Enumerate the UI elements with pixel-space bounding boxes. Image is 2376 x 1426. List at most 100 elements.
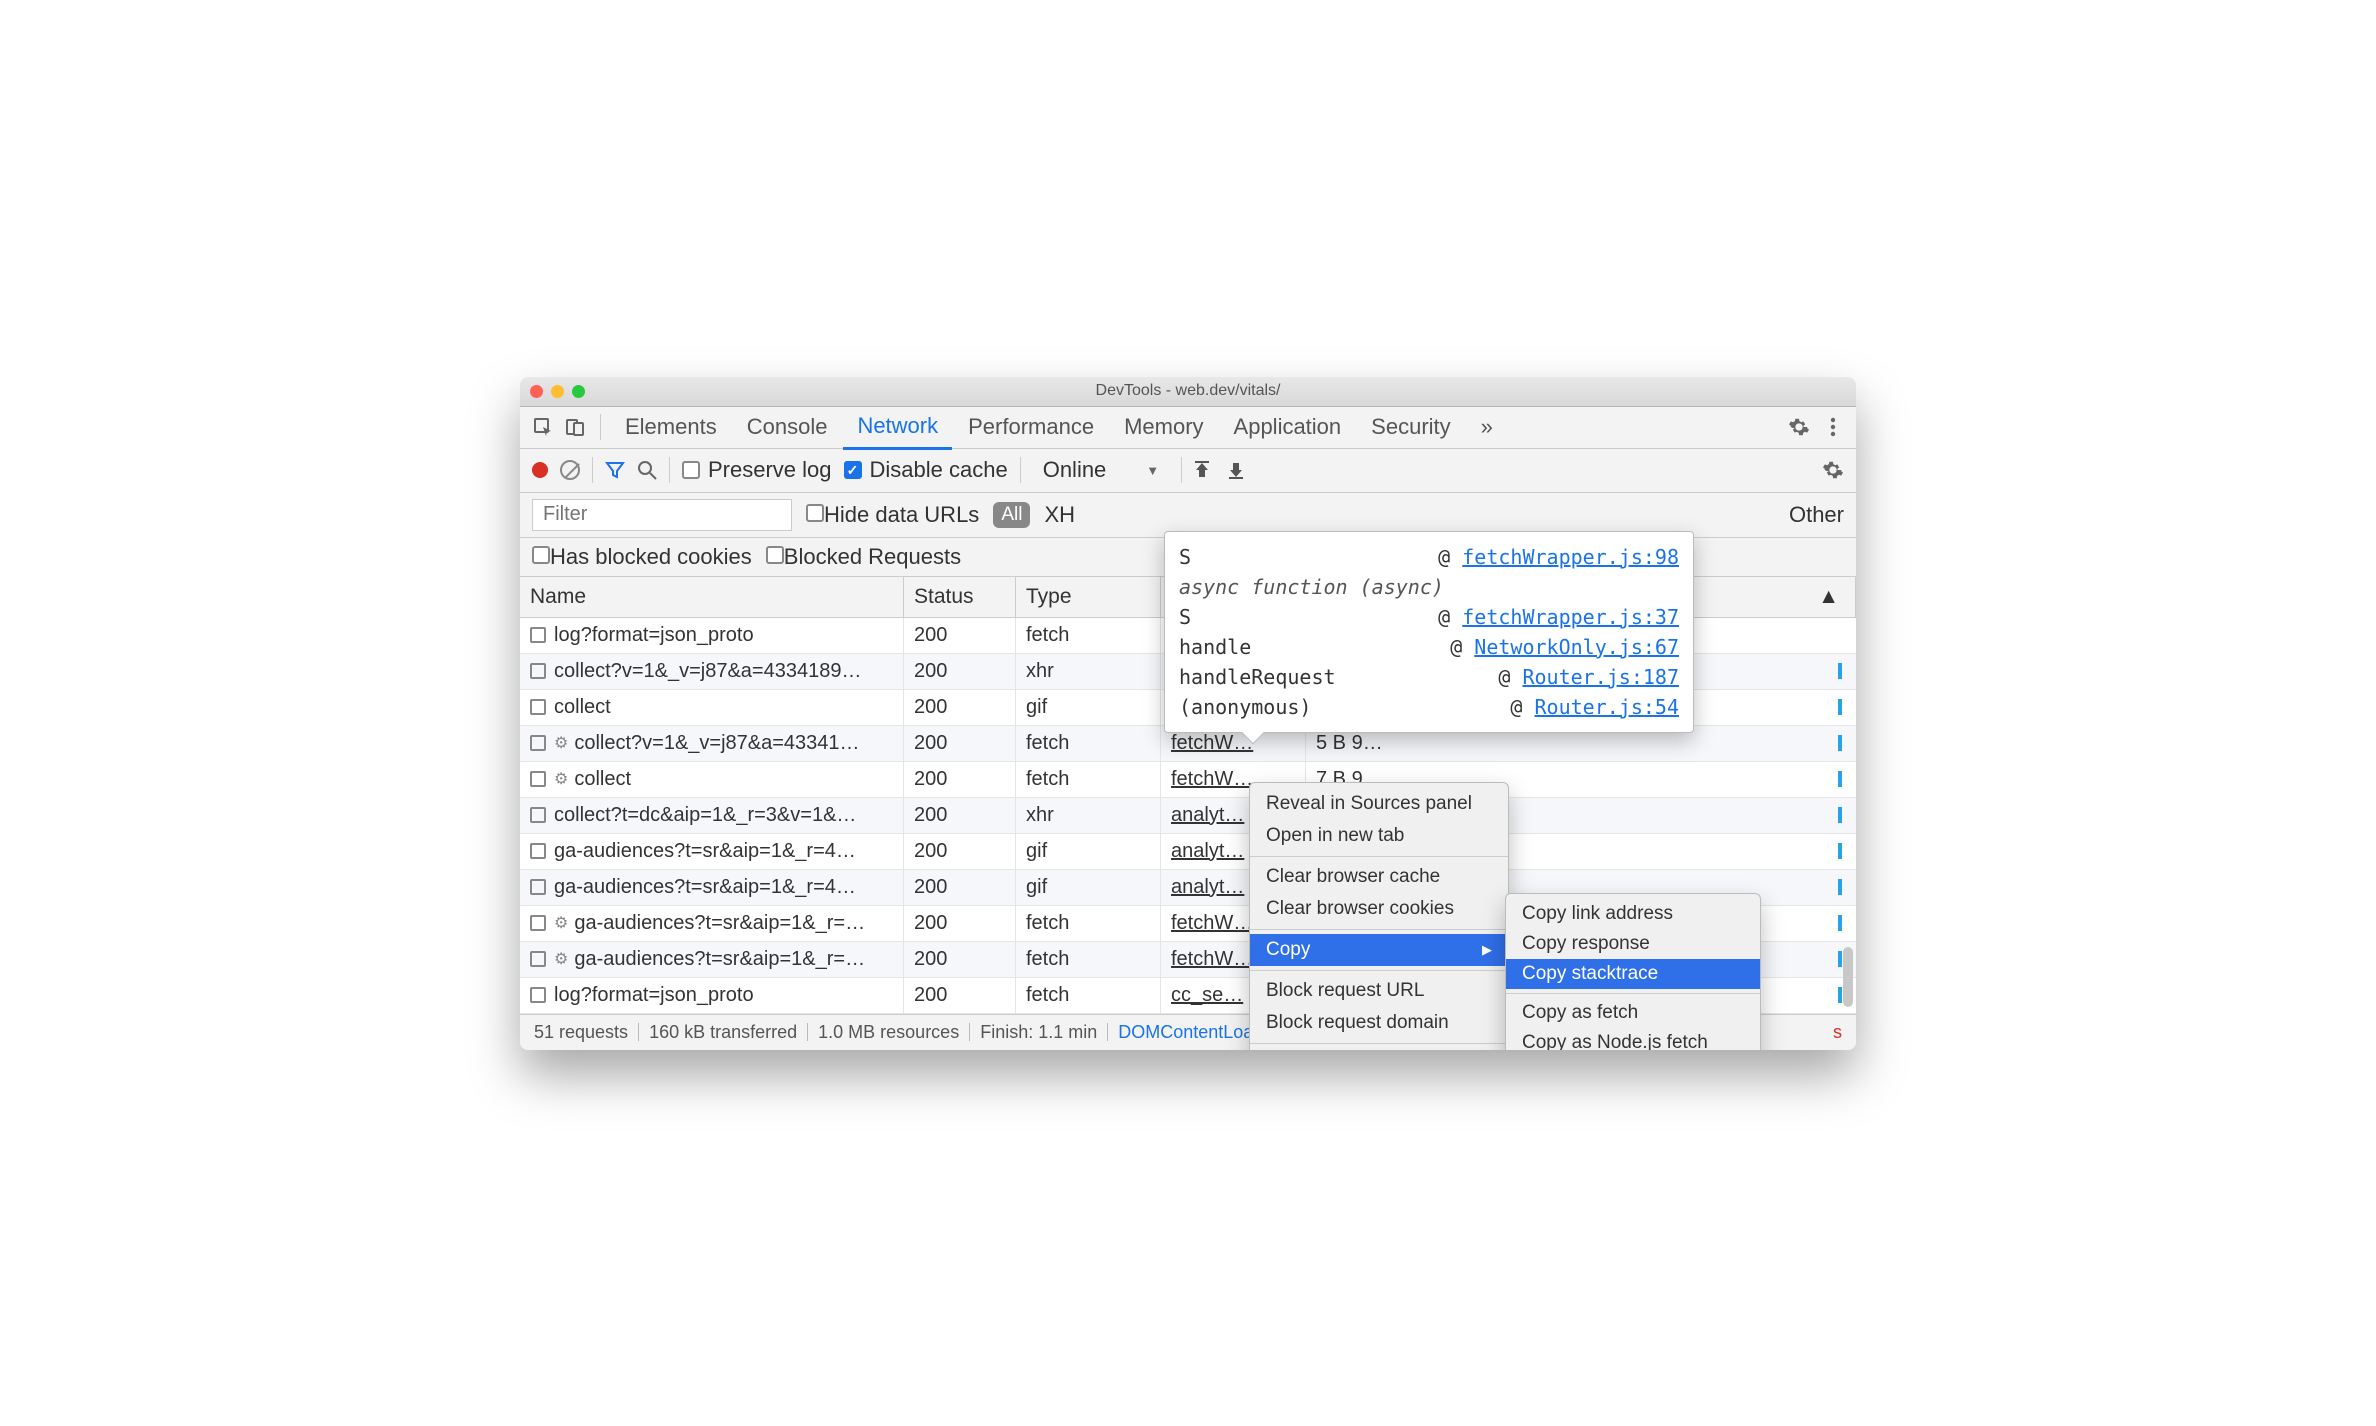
ctx-sort-by[interactable]: Sort By▶: [1250, 1048, 1508, 1050]
row-checkbox[interactable]: [530, 663, 546, 679]
request-name: ga-audiences?t=sr&aip=1&_r=…: [574, 948, 865, 971]
stack-frame: (anonymous)@ Router.js:54: [1179, 692, 1679, 722]
tab-application[interactable]: Application: [1220, 406, 1356, 448]
network-settings-gear-icon[interactable]: [1822, 459, 1844, 481]
tabs-overflow[interactable]: »: [1467, 406, 1507, 448]
settings-gear-icon[interactable]: [1784, 412, 1814, 442]
filter-other[interactable]: Other: [1789, 502, 1844, 528]
tab-network[interactable]: Network: [843, 405, 952, 450]
chevron-down-icon: ▼: [1146, 463, 1159, 478]
blocked-requests-label: Blocked Requests: [784, 544, 961, 569]
status-requests: 51 requests: [534, 1022, 628, 1043]
request-name: ga-audiences?t=sr&aip=1&_r=…: [574, 912, 865, 935]
table-row[interactable]: ga-audiences?t=sr&aip=1&_r=4…200gifanaly…: [520, 834, 1856, 870]
table-row[interactable]: collect?t=dc&aip=1&_r=3&v=1&…200xhranaly…: [520, 798, 1856, 834]
throttle-select[interactable]: Online ▼: [1033, 453, 1169, 487]
stack-source-link[interactable]: Router.js:187: [1522, 665, 1679, 689]
waterfall-tick: [1838, 843, 1842, 859]
request-name: collect: [554, 696, 611, 719]
titlebar: DevTools - web.dev/vitals/: [520, 377, 1856, 407]
filter-input[interactable]: [532, 499, 792, 531]
ctx-clear-cache[interactable]: Clear browser cache: [1250, 861, 1508, 893]
row-checkbox[interactable]: [530, 951, 546, 967]
waterfall-tick: [1838, 699, 1842, 715]
row-checkbox[interactable]: [530, 735, 546, 751]
filter-icon[interactable]: [605, 460, 625, 480]
request-status: 200: [904, 870, 1016, 905]
row-checkbox[interactable]: [530, 627, 546, 643]
tab-performance[interactable]: Performance: [954, 406, 1108, 448]
filter-xhr[interactable]: XH: [1044, 502, 1075, 528]
row-checkbox[interactable]: [530, 807, 546, 823]
preserve-log-label: Preserve log: [708, 457, 832, 483]
table-row[interactable]: ⚙collect200fetchfetchW…7 B 9…: [520, 762, 1856, 798]
close-icon[interactable]: [530, 385, 543, 398]
ctx-reveal[interactable]: Reveal in Sources panel: [1250, 788, 1508, 820]
device-toggle-icon[interactable]: [560, 412, 590, 442]
sm-copy-fetch[interactable]: Copy as fetch: [1506, 998, 1760, 1028]
waterfall-tick: [1838, 807, 1842, 823]
tab-elements[interactable]: Elements: [611, 406, 731, 448]
stack-source-link[interactable]: fetchWrapper.js:98: [1462, 545, 1679, 569]
blocked-requests-checkbox[interactable]: Blocked Requests: [766, 544, 961, 570]
devtools-window: DevTools - web.dev/vitals/ Elements Cons…: [520, 377, 1856, 1050]
stack-frame: S@ fetchWrapper.js:37: [1179, 602, 1679, 632]
sm-copy-link[interactable]: Copy link address: [1506, 899, 1760, 929]
request-name: collect?v=1&_v=j87&a=4334189…: [554, 660, 861, 683]
request-type: fetch: [1016, 726, 1161, 761]
gear-icon: ⚙: [554, 913, 568, 933]
ctx-copy[interactable]: Copy ▶: [1250, 934, 1508, 966]
request-status: 200: [904, 798, 1016, 833]
col-name[interactable]: Name: [520, 577, 904, 617]
waterfall-tick: [1838, 663, 1842, 679]
inspect-icon[interactable]: [528, 412, 558, 442]
request-status: 200: [904, 618, 1016, 653]
ctx-block-domain[interactable]: Block request domain: [1250, 1007, 1508, 1039]
filter-all-pill[interactable]: All: [993, 502, 1030, 528]
row-checkbox[interactable]: [530, 843, 546, 859]
stack-source-link[interactable]: NetworkOnly.js:67: [1474, 635, 1679, 659]
ctx-copy-label: Copy: [1266, 939, 1310, 961]
col-type[interactable]: Type: [1016, 577, 1161, 617]
record-button[interactable]: [532, 462, 548, 478]
sm-copy-stacktrace[interactable]: Copy stacktrace: [1506, 959, 1760, 989]
disable-cache-checkbox[interactable]: ✓Disable cache: [844, 457, 1008, 483]
clear-button-icon[interactable]: [560, 460, 580, 480]
request-type: fetch: [1016, 942, 1161, 977]
hide-data-urls-checkbox[interactable]: Hide data URLs: [806, 502, 979, 528]
scrollbar-thumb[interactable]: [1843, 947, 1853, 1007]
col-status[interactable]: Status: [904, 577, 1016, 617]
preserve-log-checkbox[interactable]: Preserve log: [682, 457, 832, 483]
row-checkbox[interactable]: [530, 699, 546, 715]
tab-security[interactable]: Security: [1357, 406, 1464, 448]
ctx-clear-cookies[interactable]: Clear browser cookies: [1250, 893, 1508, 925]
download-har-icon[interactable]: [1228, 461, 1244, 479]
search-icon[interactable]: [637, 460, 657, 480]
ctx-block-url[interactable]: Block request URL: [1250, 975, 1508, 1007]
has-blocked-cookies-checkbox[interactable]: Has blocked cookies: [532, 544, 752, 570]
row-checkbox[interactable]: [530, 879, 546, 895]
stack-source-link[interactable]: Router.js:54: [1535, 695, 1680, 719]
maximize-icon[interactable]: [572, 385, 585, 398]
tab-memory[interactable]: Memory: [1110, 406, 1217, 448]
sm-copy-node-fetch[interactable]: Copy as Node.js fetch: [1506, 1028, 1760, 1050]
waterfall-tick: [1838, 771, 1842, 787]
context-menu: Reveal in Sources panel Open in new tab …: [1249, 782, 1509, 1050]
sm-copy-response[interactable]: Copy response: [1506, 929, 1760, 959]
stack-source-link[interactable]: fetchWrapper.js:37: [1462, 605, 1679, 629]
ctx-open-tab[interactable]: Open in new tab: [1250, 820, 1508, 852]
copy-submenu: Copy link address Copy response Copy sta…: [1505, 893, 1761, 1050]
row-checkbox[interactable]: [530, 915, 546, 931]
tab-console[interactable]: Console: [733, 406, 842, 448]
hide-data-urls-label: Hide data URLs: [824, 502, 979, 527]
row-checkbox[interactable]: [530, 771, 546, 787]
upload-har-icon[interactable]: [1194, 461, 1210, 479]
row-checkbox[interactable]: [530, 987, 546, 1003]
request-type: gif: [1016, 870, 1161, 905]
traffic-lights: [530, 385, 585, 398]
submenu-arrow-icon: ▶: [1482, 942, 1492, 958]
minimize-icon[interactable]: [551, 385, 564, 398]
kebab-menu-icon[interactable]: [1818, 412, 1848, 442]
gear-icon: ⚙: [554, 769, 568, 789]
request-type: gif: [1016, 834, 1161, 869]
